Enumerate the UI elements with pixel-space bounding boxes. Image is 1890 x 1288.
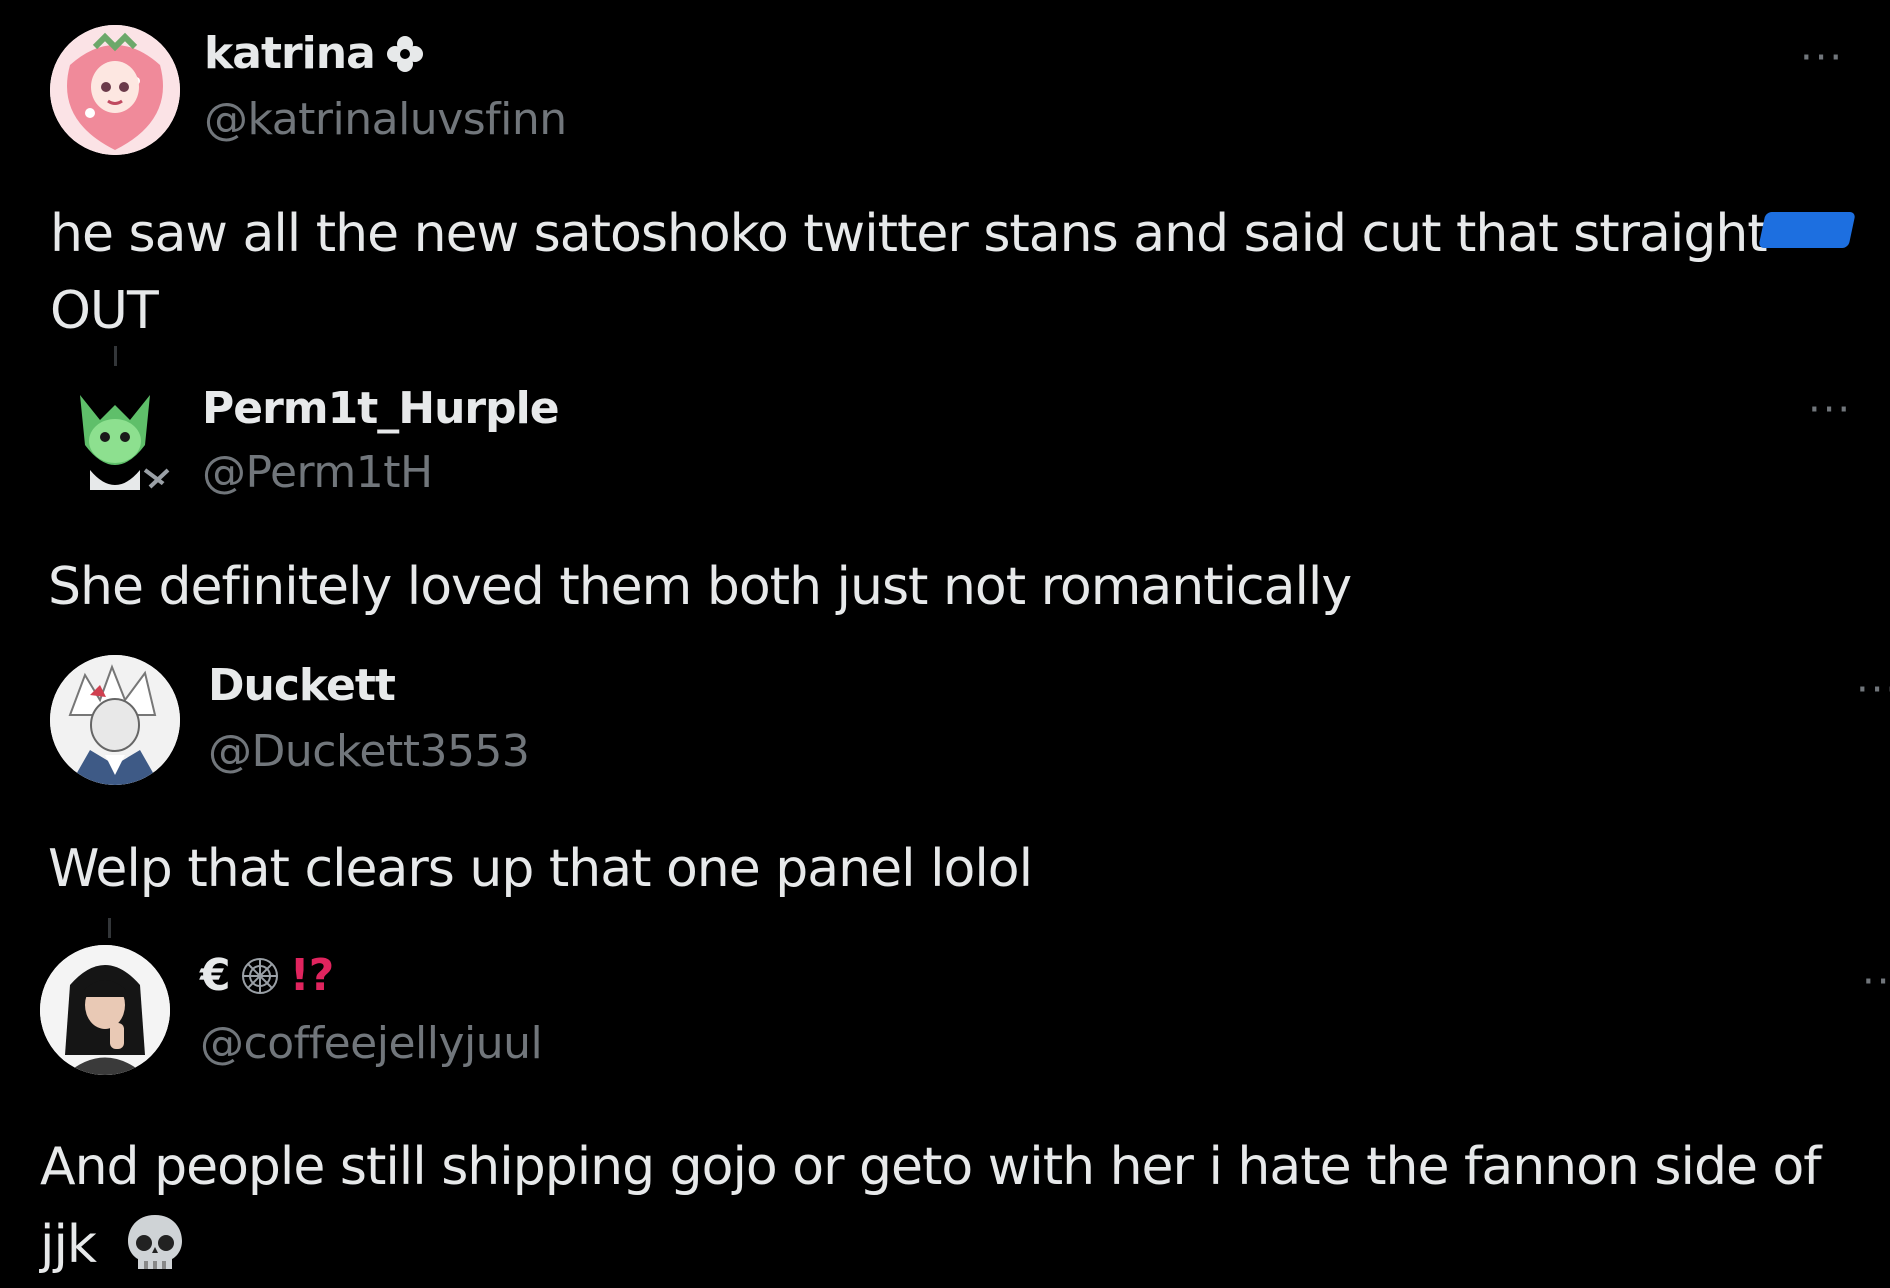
tweet-text-line1: he saw all the new satoshoko twitter sta… [50,204,1768,264]
display-name-row[interactable]: Duckett [208,660,396,711]
reply-thread: katrina @katrinaluvsfinn ··· he saw all … [0,0,1890,1288]
handle[interactable]: @katrinaluvsfinn [204,94,567,145]
more-options-icon[interactable]: ··· [1856,670,1890,710]
spiderweb-icon [241,957,278,994]
avatar[interactable] [40,945,170,1075]
tweet-text-line1: She definitely loved them both just not … [48,557,1352,617]
tweet-text-line2-row: jjk [40,1206,188,1284]
flower-badge-icon [386,35,423,72]
avatar[interactable] [50,655,180,785]
display-name[interactable]: Duckett [208,660,396,711]
display-name[interactable]: Perm1t_Hurple [202,383,560,434]
thread-connector [108,918,111,938]
tweet-text-line2: OUT [50,281,159,341]
tweet-text-line1: And people still shipping gojo or geto w… [40,1137,1822,1197]
avatar[interactable] [50,25,180,155]
display-name-row[interactable]: Perm1t_Hurple [202,383,560,434]
handle[interactable]: @Perm1tH [202,447,433,498]
thread-connector [114,346,117,366]
more-options-icon[interactable]: ··· [1808,390,1852,430]
redaction-mark [1758,212,1856,248]
more-options-icon[interactable]: ··· [1862,962,1890,1002]
tweet-text-line2: jjk [40,1215,97,1275]
tweet-text-line1: Welp that clears up that one panel lolol [48,839,1033,899]
handle[interactable]: @coffeejellyjuul [200,1018,543,1069]
display-name[interactable]: katrina [204,28,376,79]
display-name-row[interactable]: € !? [200,950,335,1001]
skull-emoji-icon [127,1215,182,1269]
display-name-prefix[interactable]: € [200,950,231,1001]
white-haired-character-avatar-icon [50,655,180,785]
display-name-suffix[interactable]: !? [290,950,335,1001]
green-creature-avatar-icon [50,375,180,505]
avatar[interactable] [50,375,180,505]
strawberry-anime-avatar-icon [50,25,180,155]
dark-haired-girl-avatar-icon [40,945,170,1075]
display-name-row[interactable]: katrina [204,28,425,79]
handle[interactable]: @Duckett3553 [208,726,530,777]
more-options-icon[interactable]: ··· [1800,38,1844,78]
